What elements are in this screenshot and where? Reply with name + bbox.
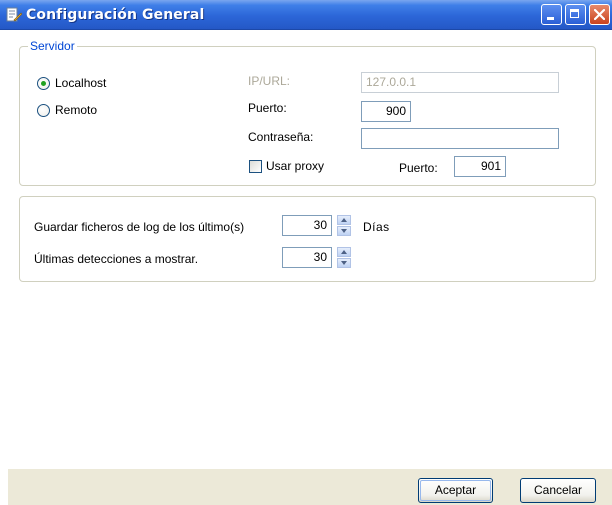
keep-logs-unit: Días [363,220,390,234]
spin-up-icon[interactable] [337,247,351,257]
ip-url-label: IP/URL: [248,74,291,88]
keep-logs-label: Guardar ficheros de log de los último(s) [34,220,245,234]
config-window: Configuración General Servidor Localhost… [0,0,612,505]
title-bar[interactable]: Configuración General [0,0,612,30]
log-settings-group [19,196,596,282]
port-field[interactable]: 900 [361,101,411,122]
keep-logs-spinner[interactable] [337,215,351,236]
proxy-port-field[interactable]: 901 [454,156,506,177]
last-detections-field[interactable]: 30 [282,247,332,268]
use-proxy-checkbox[interactable] [249,160,262,173]
cancel-button[interactable]: Cancelar [520,478,596,503]
remote-radio[interactable] [37,104,50,117]
spin-down-icon[interactable] [337,258,351,268]
accept-button[interactable]: Aceptar [418,478,493,503]
remote-label[interactable]: Remoto [55,103,97,117]
spin-up-icon[interactable] [337,215,351,225]
server-group-legend: Servidor [28,39,77,53]
keep-logs-days-field[interactable]: 30 [282,215,332,236]
use-proxy-label[interactable]: Usar proxy [266,159,324,173]
close-icon [594,9,605,20]
close-button[interactable] [589,4,610,25]
port-label: Puerto: [248,101,287,115]
minimize-button[interactable] [541,4,562,25]
password-label: Contraseña: [248,130,314,144]
maximize-button[interactable] [565,4,586,25]
localhost-label[interactable]: Localhost [55,76,106,90]
proxy-port-label: Puerto: [399,161,438,175]
window-title: Configuración General [26,7,205,23]
password-field[interactable] [361,128,559,149]
spin-down-icon[interactable] [337,226,351,236]
settings-app-icon [6,7,23,23]
localhost-radio[interactable] [37,77,50,90]
ip-url-field[interactable]: 127.0.0.1 [361,72,559,93]
last-detections-label: Últimas detecciones a mostrar. [34,252,199,266]
last-detections-spinner[interactable] [337,247,351,268]
